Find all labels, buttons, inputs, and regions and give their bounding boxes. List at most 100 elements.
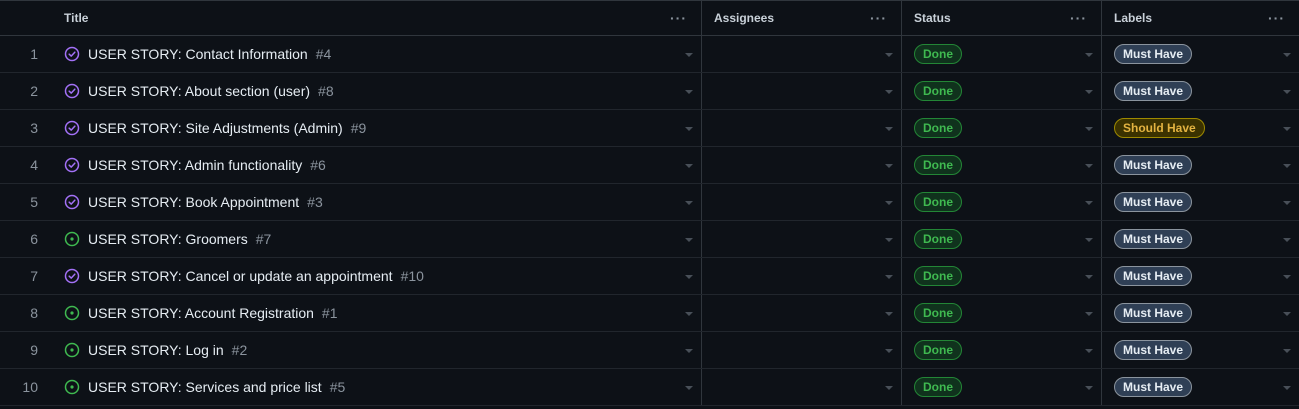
issue-title-link[interactable]: USER STORY: Cancel or update an appointm… bbox=[88, 268, 393, 284]
issue-title-link[interactable]: USER STORY: Site Adjustments (Admin) bbox=[88, 120, 343, 136]
title-dropdown-chevron-icon[interactable] bbox=[685, 386, 693, 390]
assignees-dropdown-chevron-icon[interactable] bbox=[885, 349, 893, 353]
labels-cell[interactable]: Should Have bbox=[1102, 110, 1299, 146]
assignees-cell[interactable] bbox=[702, 184, 902, 220]
assignees-cell[interactable] bbox=[702, 36, 902, 72]
labels-dropdown-chevron-icon[interactable] bbox=[1283, 312, 1291, 316]
status-dropdown-chevron-icon[interactable] bbox=[1085, 275, 1093, 279]
title-cell[interactable]: USER STORY: Services and price list #5 bbox=[50, 369, 702, 405]
assignees-cell[interactable] bbox=[702, 221, 902, 257]
labels-cell[interactable]: Must Have bbox=[1102, 258, 1299, 294]
issue-title-link[interactable]: USER STORY: Admin functionality bbox=[88, 157, 302, 173]
assignees-dropdown-chevron-icon[interactable] bbox=[885, 386, 893, 390]
labels-cell[interactable]: Must Have bbox=[1102, 332, 1299, 368]
labels-dropdown-chevron-icon[interactable] bbox=[1283, 386, 1291, 390]
title-cell[interactable]: USER STORY: Log in #2 bbox=[50, 332, 702, 368]
status-dropdown-chevron-icon[interactable] bbox=[1085, 53, 1093, 57]
labels-dropdown-chevron-icon[interactable] bbox=[1283, 201, 1291, 205]
status-dropdown-chevron-icon[interactable] bbox=[1085, 349, 1093, 353]
assignees-cell[interactable] bbox=[702, 147, 902, 183]
labels-cell[interactable]: Must Have bbox=[1102, 295, 1299, 331]
status-cell[interactable]: Done bbox=[902, 184, 1102, 220]
assignees-dropdown-chevron-icon[interactable] bbox=[885, 275, 893, 279]
assignees-dropdown-chevron-icon[interactable] bbox=[885, 53, 893, 57]
status-cell[interactable]: Done bbox=[902, 258, 1102, 294]
title-cell[interactable]: USER STORY: About section (user) #8 bbox=[50, 73, 702, 109]
table-row[interactable]: 4 USER STORY: Admin functionality #6 Done Mu… bbox=[0, 147, 1299, 184]
title-dropdown-chevron-icon[interactable] bbox=[685, 312, 693, 316]
labels-dropdown-chevron-icon[interactable] bbox=[1283, 90, 1291, 94]
status-cell[interactable]: Done bbox=[902, 73, 1102, 109]
table-row[interactable]: 1 USER STORY: Contact Information #4 Done Mu… bbox=[0, 36, 1299, 73]
table-row[interactable]: 9 USER STORY: Log in #2 Done Must Have bbox=[0, 332, 1299, 369]
assignees-dropdown-chevron-icon[interactable] bbox=[885, 127, 893, 131]
assignees-cell[interactable] bbox=[702, 258, 902, 294]
title-dropdown-chevron-icon[interactable] bbox=[685, 90, 693, 94]
labels-cell[interactable]: Must Have bbox=[1102, 147, 1299, 183]
title-dropdown-chevron-icon[interactable] bbox=[685, 238, 693, 242]
title-dropdown-chevron-icon[interactable] bbox=[685, 53, 693, 57]
title-dropdown-chevron-icon[interactable] bbox=[685, 349, 693, 353]
title-cell[interactable]: USER STORY: Cancel or update an appointm… bbox=[50, 258, 702, 294]
status-dropdown-chevron-icon[interactable] bbox=[1085, 201, 1093, 205]
column-header-status[interactable]: Status ··· bbox=[902, 1, 1102, 35]
table-row[interactable]: 2 USER STORY: About section (user) #8 Done M… bbox=[0, 73, 1299, 110]
status-dropdown-chevron-icon[interactable] bbox=[1085, 90, 1093, 94]
status-cell[interactable]: Done bbox=[902, 36, 1102, 72]
labels-cell[interactable]: Must Have bbox=[1102, 221, 1299, 257]
title-dropdown-chevron-icon[interactable] bbox=[685, 201, 693, 205]
issue-title-link[interactable]: USER STORY: Contact Information bbox=[88, 46, 308, 62]
status-cell[interactable]: Done bbox=[902, 295, 1102, 331]
assignees-dropdown-chevron-icon[interactable] bbox=[885, 90, 893, 94]
title-cell[interactable]: USER STORY: Account Registration #1 bbox=[50, 295, 702, 331]
title-dropdown-chevron-icon[interactable] bbox=[685, 275, 693, 279]
labels-dropdown-chevron-icon[interactable] bbox=[1283, 127, 1291, 131]
title-column-menu-icon[interactable]: ··· bbox=[670, 10, 687, 26]
issue-title-link[interactable]: USER STORY: About section (user) bbox=[88, 83, 310, 99]
issue-title-link[interactable]: USER STORY: Groomers bbox=[88, 231, 248, 247]
status-cell[interactable]: Done bbox=[902, 147, 1102, 183]
labels-cell[interactable]: Must Have bbox=[1102, 73, 1299, 109]
status-cell[interactable]: Done bbox=[902, 332, 1102, 368]
title-cell[interactable]: USER STORY: Groomers #7 bbox=[50, 221, 702, 257]
title-cell[interactable]: USER STORY: Contact Information #4 bbox=[50, 36, 702, 72]
assignees-cell[interactable] bbox=[702, 332, 902, 368]
assignees-dropdown-chevron-icon[interactable] bbox=[885, 238, 893, 242]
table-row[interactable]: 8 USER STORY: Account Registration #1 Done M… bbox=[0, 295, 1299, 332]
issue-title-link[interactable]: USER STORY: Log in bbox=[88, 342, 224, 358]
assignees-dropdown-chevron-icon[interactable] bbox=[885, 201, 893, 205]
column-header-labels[interactable]: Labels ··· bbox=[1102, 1, 1299, 35]
status-column-menu-icon[interactable]: ··· bbox=[1070, 10, 1087, 26]
table-row[interactable]: 10 USER STORY: Services and price list #5 D… bbox=[0, 369, 1299, 406]
assignees-column-menu-icon[interactable]: ··· bbox=[870, 10, 887, 26]
title-cell[interactable]: USER STORY: Book Appointment #3 bbox=[50, 184, 702, 220]
assignees-cell[interactable] bbox=[702, 369, 902, 405]
issue-title-link[interactable]: USER STORY: Services and price list bbox=[88, 379, 322, 395]
table-row[interactable]: 6 USER STORY: Groomers #7 Done Must Have bbox=[0, 221, 1299, 258]
status-dropdown-chevron-icon[interactable] bbox=[1085, 386, 1093, 390]
table-row[interactable]: 7 USER STORY: Cancel or update an appoint… bbox=[0, 258, 1299, 295]
labels-dropdown-chevron-icon[interactable] bbox=[1283, 53, 1291, 57]
labels-dropdown-chevron-icon[interactable] bbox=[1283, 238, 1291, 242]
assignees-cell[interactable] bbox=[702, 295, 902, 331]
assignees-dropdown-chevron-icon[interactable] bbox=[885, 164, 893, 168]
status-dropdown-chevron-icon[interactable] bbox=[1085, 127, 1093, 131]
status-cell[interactable]: Done bbox=[902, 110, 1102, 146]
assignees-cell[interactable] bbox=[702, 73, 902, 109]
status-dropdown-chevron-icon[interactable] bbox=[1085, 312, 1093, 316]
assignees-cell[interactable] bbox=[702, 110, 902, 146]
labels-dropdown-chevron-icon[interactable] bbox=[1283, 275, 1291, 279]
issue-title-link[interactable]: USER STORY: Account Registration bbox=[88, 305, 314, 321]
status-dropdown-chevron-icon[interactable] bbox=[1085, 164, 1093, 168]
title-dropdown-chevron-icon[interactable] bbox=[685, 164, 693, 168]
title-cell[interactable]: USER STORY: Admin functionality #6 bbox=[50, 147, 702, 183]
status-cell[interactable]: Done bbox=[902, 369, 1102, 405]
labels-cell[interactable]: Must Have bbox=[1102, 36, 1299, 72]
title-cell[interactable]: USER STORY: Site Adjustments (Admin) #9 bbox=[50, 110, 702, 146]
labels-dropdown-chevron-icon[interactable] bbox=[1283, 349, 1291, 353]
table-row[interactable]: 5 USER STORY: Book Appointment #3 Done Must … bbox=[0, 184, 1299, 221]
table-row[interactable]: 3 USER STORY: Site Adjustments (Admin) #9 D… bbox=[0, 110, 1299, 147]
column-header-assignees[interactable]: Assignees ··· bbox=[702, 1, 902, 35]
title-dropdown-chevron-icon[interactable] bbox=[685, 127, 693, 131]
column-header-title[interactable]: Title ··· bbox=[50, 1, 702, 35]
